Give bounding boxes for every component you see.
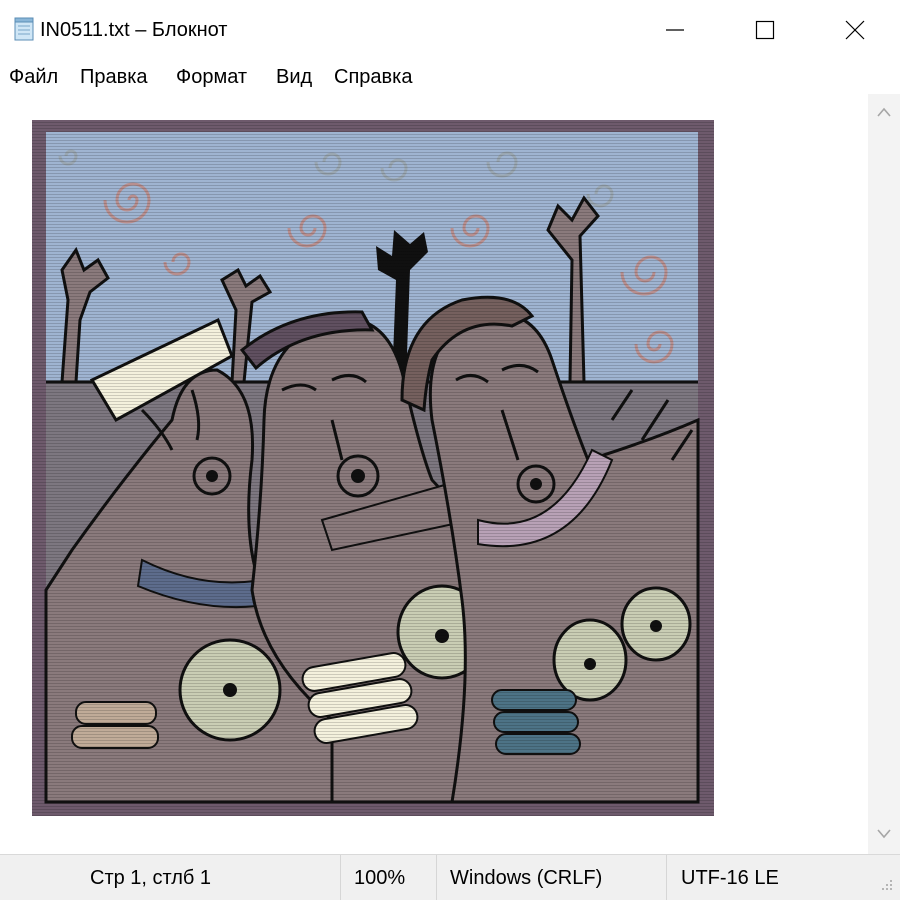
line-endings: Windows (CRLF) xyxy=(450,867,603,889)
menu-bar: Файл Правка Формат Вид Справка xyxy=(0,60,900,94)
status-divider xyxy=(436,855,437,900)
menu-view[interactable]: Вид xyxy=(276,65,312,89)
menu-help[interactable]: Справка xyxy=(334,65,412,89)
vertical-scrollbar[interactable] xyxy=(868,94,900,854)
menu-format[interactable]: Формат xyxy=(176,65,247,89)
maximize-icon xyxy=(755,20,775,40)
scroll-down-arrow-icon[interactable] xyxy=(876,828,892,840)
close-button[interactable] xyxy=(810,0,900,60)
encoding: UTF-16 LE xyxy=(681,867,779,889)
resize-grip-icon[interactable] xyxy=(876,876,896,896)
scroll-up-arrow-icon[interactable] xyxy=(876,106,892,118)
cursor-position: Стр 1, стлб 1 xyxy=(90,867,212,889)
minimize-icon xyxy=(666,29,684,31)
minimize-button[interactable] xyxy=(630,0,720,60)
notepad-icon xyxy=(14,17,34,41)
close-icon xyxy=(845,20,865,40)
zoom-level: 100% xyxy=(354,867,406,889)
status-divider xyxy=(666,855,667,900)
text-editor-area[interactable] xyxy=(0,94,868,854)
three-women-illustration xyxy=(32,120,714,816)
maximize-button[interactable] xyxy=(720,0,810,60)
status-bar: Стр 1, стлб 1 100% Windows (CRLF) UTF-16… xyxy=(0,854,900,900)
title-bar[interactable]: IN0511.txt – Блокнот xyxy=(0,0,900,60)
menu-edit[interactable]: Правка xyxy=(80,65,148,89)
window-title: IN0511.txt – Блокнот xyxy=(40,19,228,41)
menu-file[interactable]: Файл xyxy=(9,65,58,89)
status-divider xyxy=(340,855,341,900)
